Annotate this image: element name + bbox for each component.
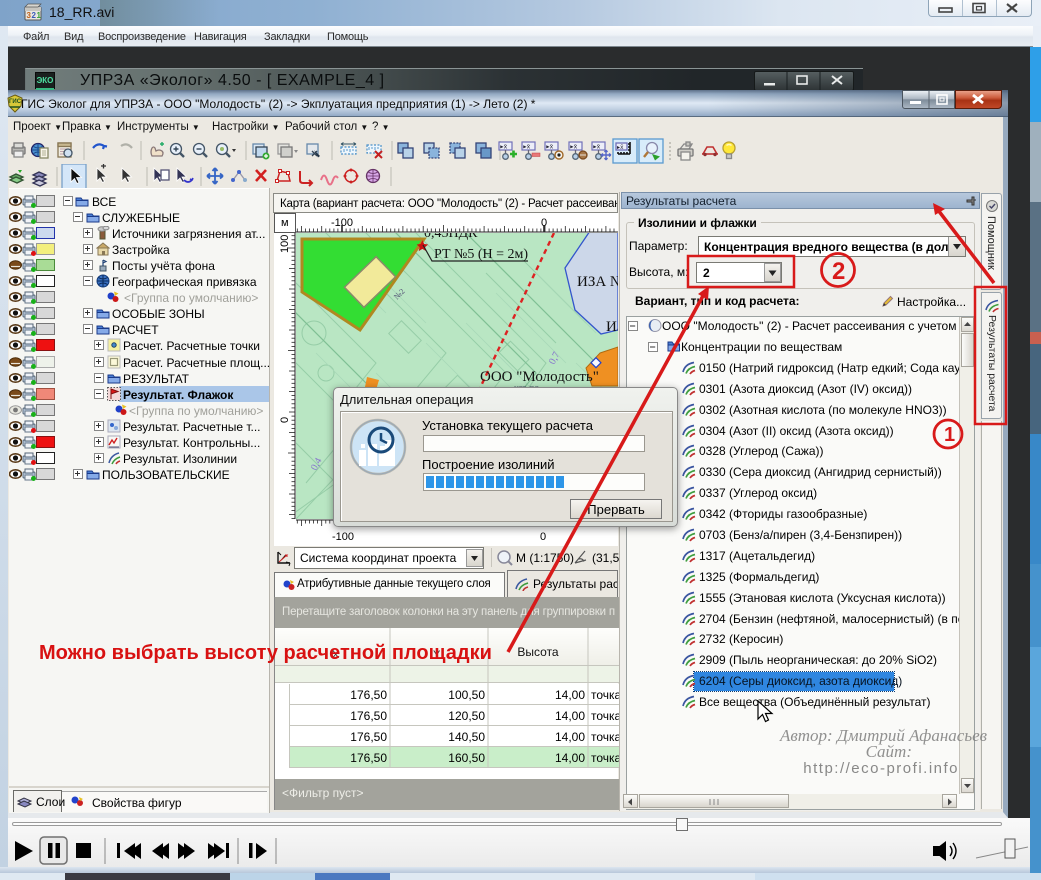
- svg-text:▸x̄: ▸x̄: [617, 144, 624, 151]
- svg-text:ИЗА №: ИЗА №: [577, 274, 618, 290]
- svg-text:▸x̄: ▸x̄: [546, 144, 553, 151]
- svg-text:ГИС: ГИС: [9, 99, 22, 105]
- svg-text:▸x̄: ▸x̄: [523, 144, 530, 151]
- svg-text:0: 0: [279, 417, 291, 423]
- svg-text:ООО "Молодость": ООО "Молодость": [480, 369, 599, 385]
- svg-text:▸x̄: ▸x̄: [570, 144, 577, 151]
- svg-text:1: 1: [37, 11, 42, 20]
- svg-text:РТ №5 (Н = 2м): РТ №5 (Н = 2м): [434, 247, 528, 262]
- svg-text:0: 0: [540, 531, 546, 543]
- svg-text:-100: -100: [332, 531, 354, 543]
- svg-text:▸x̄: ▸x̄: [593, 144, 600, 151]
- svg-text:ИЗ: ИЗ: [606, 319, 618, 335]
- svg-text:100: 100: [279, 235, 291, 253]
- svg-text:▸x̄: ▸x̄: [500, 144, 507, 151]
- svg-text:0,45ПДК: 0,45ПДК: [424, 233, 478, 241]
